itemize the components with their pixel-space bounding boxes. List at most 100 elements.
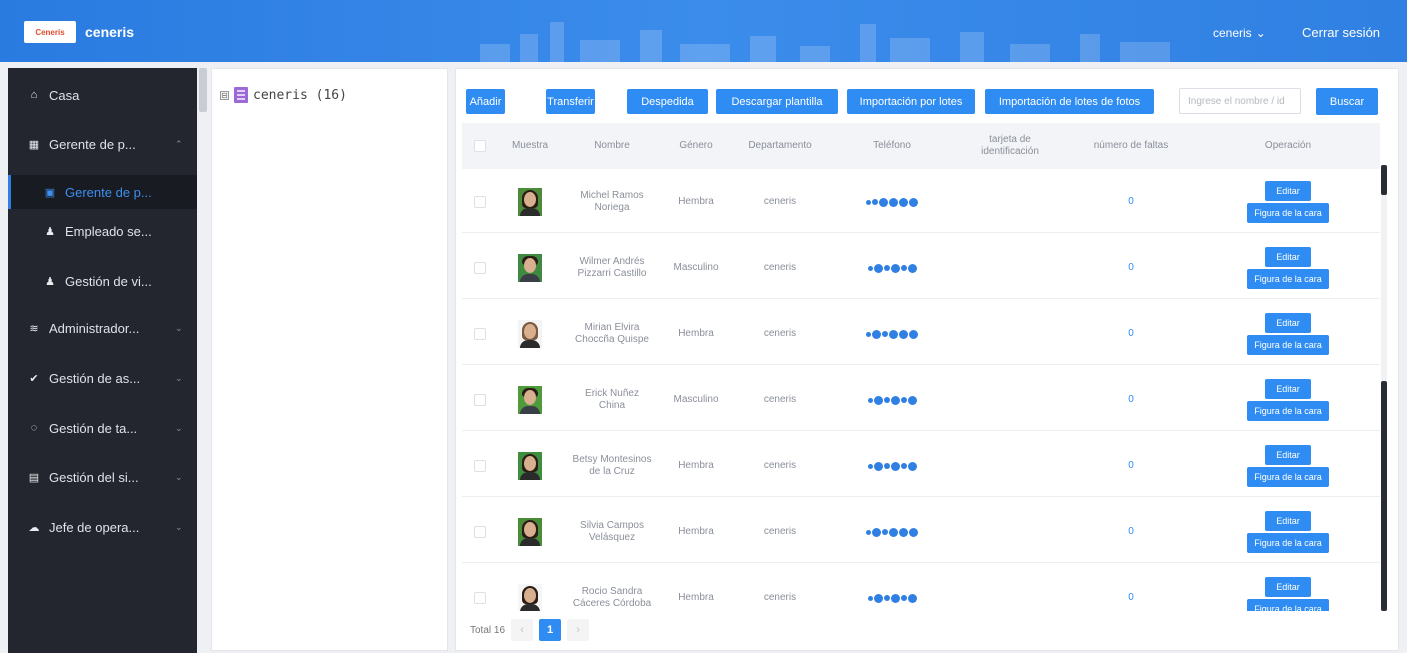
transfer-button[interactable]: Transferir (546, 89, 595, 114)
department-cell: ceneris (763, 526, 797, 537)
batch-photo-import-button[interactable]: Importación de lotes de fotos (985, 89, 1154, 114)
row-select-cell[interactable] (462, 435, 498, 497)
phone-masked (867, 461, 917, 471)
column-header-id-card: tarjeta de identificación (981, 134, 1039, 157)
phone-masked (867, 593, 917, 603)
faults-cell[interactable]: 0 (1066, 369, 1196, 431)
sidebar-item-visitor[interactable]: ♟ Gestión de vi... (8, 264, 197, 298)
row-checkbox[interactable] (474, 460, 486, 472)
brand-logo[interactable]: Ceneris (24, 21, 76, 43)
total-count: Total 16 (470, 624, 506, 636)
edit-button[interactable]: Editar (1265, 247, 1311, 267)
download-template-button[interactable]: Descargar plantilla (716, 89, 838, 114)
department-cell: ceneris (763, 394, 797, 405)
table-row[interactable]: Wilmer Andrés Pizzarri Castillo Masculin… (462, 237, 1380, 299)
scrollbar-thumb[interactable] (1381, 381, 1387, 611)
user-name: ceneris (1213, 26, 1252, 40)
edit-button[interactable]: Editar (1265, 445, 1311, 465)
monitor-icon: ▤ (28, 471, 40, 484)
department-cell: ceneris (763, 328, 797, 339)
prev-page-button[interactable]: ‹ (511, 619, 534, 641)
sidebar-item-label: Jefe de opera... (49, 519, 140, 535)
face-photo-button[interactable]: Figura de la cara (1247, 203, 1329, 223)
row-select-cell[interactable] (462, 501, 498, 563)
sidebar-item-operations[interactable]: ☁ Jefe de opera... ⌄ (8, 510, 197, 544)
row-checkbox[interactable] (474, 394, 486, 406)
scrollbar-thumb[interactable] (1381, 165, 1387, 195)
page-button-1[interactable]: 1 (539, 619, 562, 641)
table-scrollbar[interactable] (1381, 165, 1387, 611)
department-cell: ceneris (763, 196, 797, 207)
row-checkbox[interactable] (474, 262, 486, 274)
tree-node-root[interactable]: ⊟ ceneris (16) (220, 87, 347, 103)
logout-link[interactable]: Cerrar sesión (1302, 25, 1380, 40)
sidebar-item-staff-manager-sub[interactable]: ▣ Gerente de p... (8, 175, 197, 209)
sidebar-item-staff-manager[interactable]: ▦ Gerente de p... ⌃ (8, 127, 197, 161)
gender-cell: Hembra (678, 196, 714, 207)
name-cell: Michel Ramos Noriega (580, 190, 644, 213)
dismiss-button[interactable]: Despedida (627, 89, 708, 114)
edit-button[interactable]: Editar (1265, 379, 1311, 399)
select-all-cell[interactable] (462, 123, 498, 169)
table-row[interactable]: Betsy Montesinos de la Cruz Hembra cener… (462, 435, 1380, 497)
search-input[interactable] (1179, 88, 1301, 114)
sidebar-item-employee[interactable]: ♟ Empleado se... (8, 214, 197, 248)
faults-cell[interactable]: 0 (1066, 303, 1196, 365)
id-card-cell (954, 435, 1066, 497)
row-select-cell[interactable] (462, 303, 498, 365)
table-row[interactable]: Erick Nuñez China Masculino ceneris 9●●0… (462, 369, 1380, 431)
logo-text: Ceneris (35, 27, 65, 37)
search-button[interactable]: Buscar (1316, 88, 1378, 115)
skyline-decoration (480, 22, 1170, 62)
row-select-cell[interactable] (462, 369, 498, 431)
sidebar-scrollbar[interactable] (199, 68, 207, 112)
row-checkbox[interactable] (474, 196, 486, 208)
table-row[interactable]: Silvia Campos Velásquez Hembra ceneris 9… (462, 501, 1380, 563)
sidebar-item-cards[interactable]: ◌ Gestión de ta... ⌄ (8, 411, 197, 445)
faults-cell[interactable]: 0 (1066, 237, 1196, 299)
face-photo-button[interactable]: Figura de la cara (1247, 335, 1329, 355)
row-checkbox[interactable] (474, 328, 486, 340)
user-menu[interactable]: ceneris ⌄ (1213, 26, 1266, 40)
table-row[interactable]: Mirian Elvira Choccña Quispe Hembra cene… (462, 303, 1380, 365)
chevron-down-icon: ⌄ (175, 322, 183, 333)
row-select-cell[interactable] (462, 237, 498, 299)
face-photo-button[interactable]: Figura de la cara (1247, 401, 1329, 421)
edit-button[interactable]: Editar (1265, 511, 1311, 531)
sidebar-item-label: Gestión de as... (49, 370, 141, 386)
batch-import-button[interactable]: Importación por lotes (847, 89, 975, 114)
faults-cell[interactable]: 0 (1066, 501, 1196, 563)
sidebar-item-system[interactable]: ▤ Gestión del si... ⌄ (8, 460, 197, 494)
layers-icon: ≋ (29, 322, 39, 335)
face-photo-button[interactable]: Figura de la cara (1247, 533, 1329, 553)
row-select-cell[interactable] (462, 171, 498, 233)
row-checkbox[interactable] (474, 526, 486, 538)
chevron-down-icon: ⌄ (1255, 26, 1266, 40)
next-page-button[interactable]: › (567, 619, 590, 641)
row-select-cell[interactable] (462, 567, 498, 611)
column-header-department: Departamento (748, 140, 812, 151)
face-photo-button[interactable]: Figura de la cara (1247, 599, 1329, 611)
collapse-icon[interactable]: ⊟ (220, 90, 229, 100)
edit-button[interactable]: Editar (1265, 313, 1311, 333)
add-button[interactable]: Añadir (466, 89, 505, 114)
sidebar-item-attendance[interactable]: ✔ Gestión de as... ⌄ (8, 361, 197, 395)
gender-cell: Masculino (673, 262, 719, 273)
face-photo-button[interactable]: Figura de la cara (1247, 467, 1329, 487)
face-photo-button[interactable]: Figura de la cara (1247, 269, 1329, 289)
building-icon: ▦ (28, 138, 40, 151)
edit-button[interactable]: Editar (1265, 577, 1311, 597)
sidebar-item-home[interactable]: ⌂ Casa (8, 78, 197, 112)
table-row[interactable]: Rocio Sandra Cáceres Córdoba Hembra cene… (462, 567, 1380, 611)
table-row[interactable]: Michel Ramos Noriega Hembra ceneris 9●●6… (462, 171, 1380, 233)
faults-cell[interactable]: 0 (1066, 435, 1196, 497)
phone-masked (867, 263, 917, 273)
department-cell: ceneris (763, 262, 797, 273)
select-all-checkbox[interactable] (474, 140, 486, 152)
row-checkbox[interactable] (474, 592, 486, 604)
faults-cell[interactable]: 0 (1066, 567, 1196, 611)
sidebar-item-label: Empleado se... (65, 223, 152, 239)
faults-cell[interactable]: 0 (1066, 171, 1196, 233)
edit-button[interactable]: Editar (1265, 181, 1311, 201)
sidebar-item-admin[interactable]: ≋ Administrador... ⌄ (8, 311, 197, 345)
